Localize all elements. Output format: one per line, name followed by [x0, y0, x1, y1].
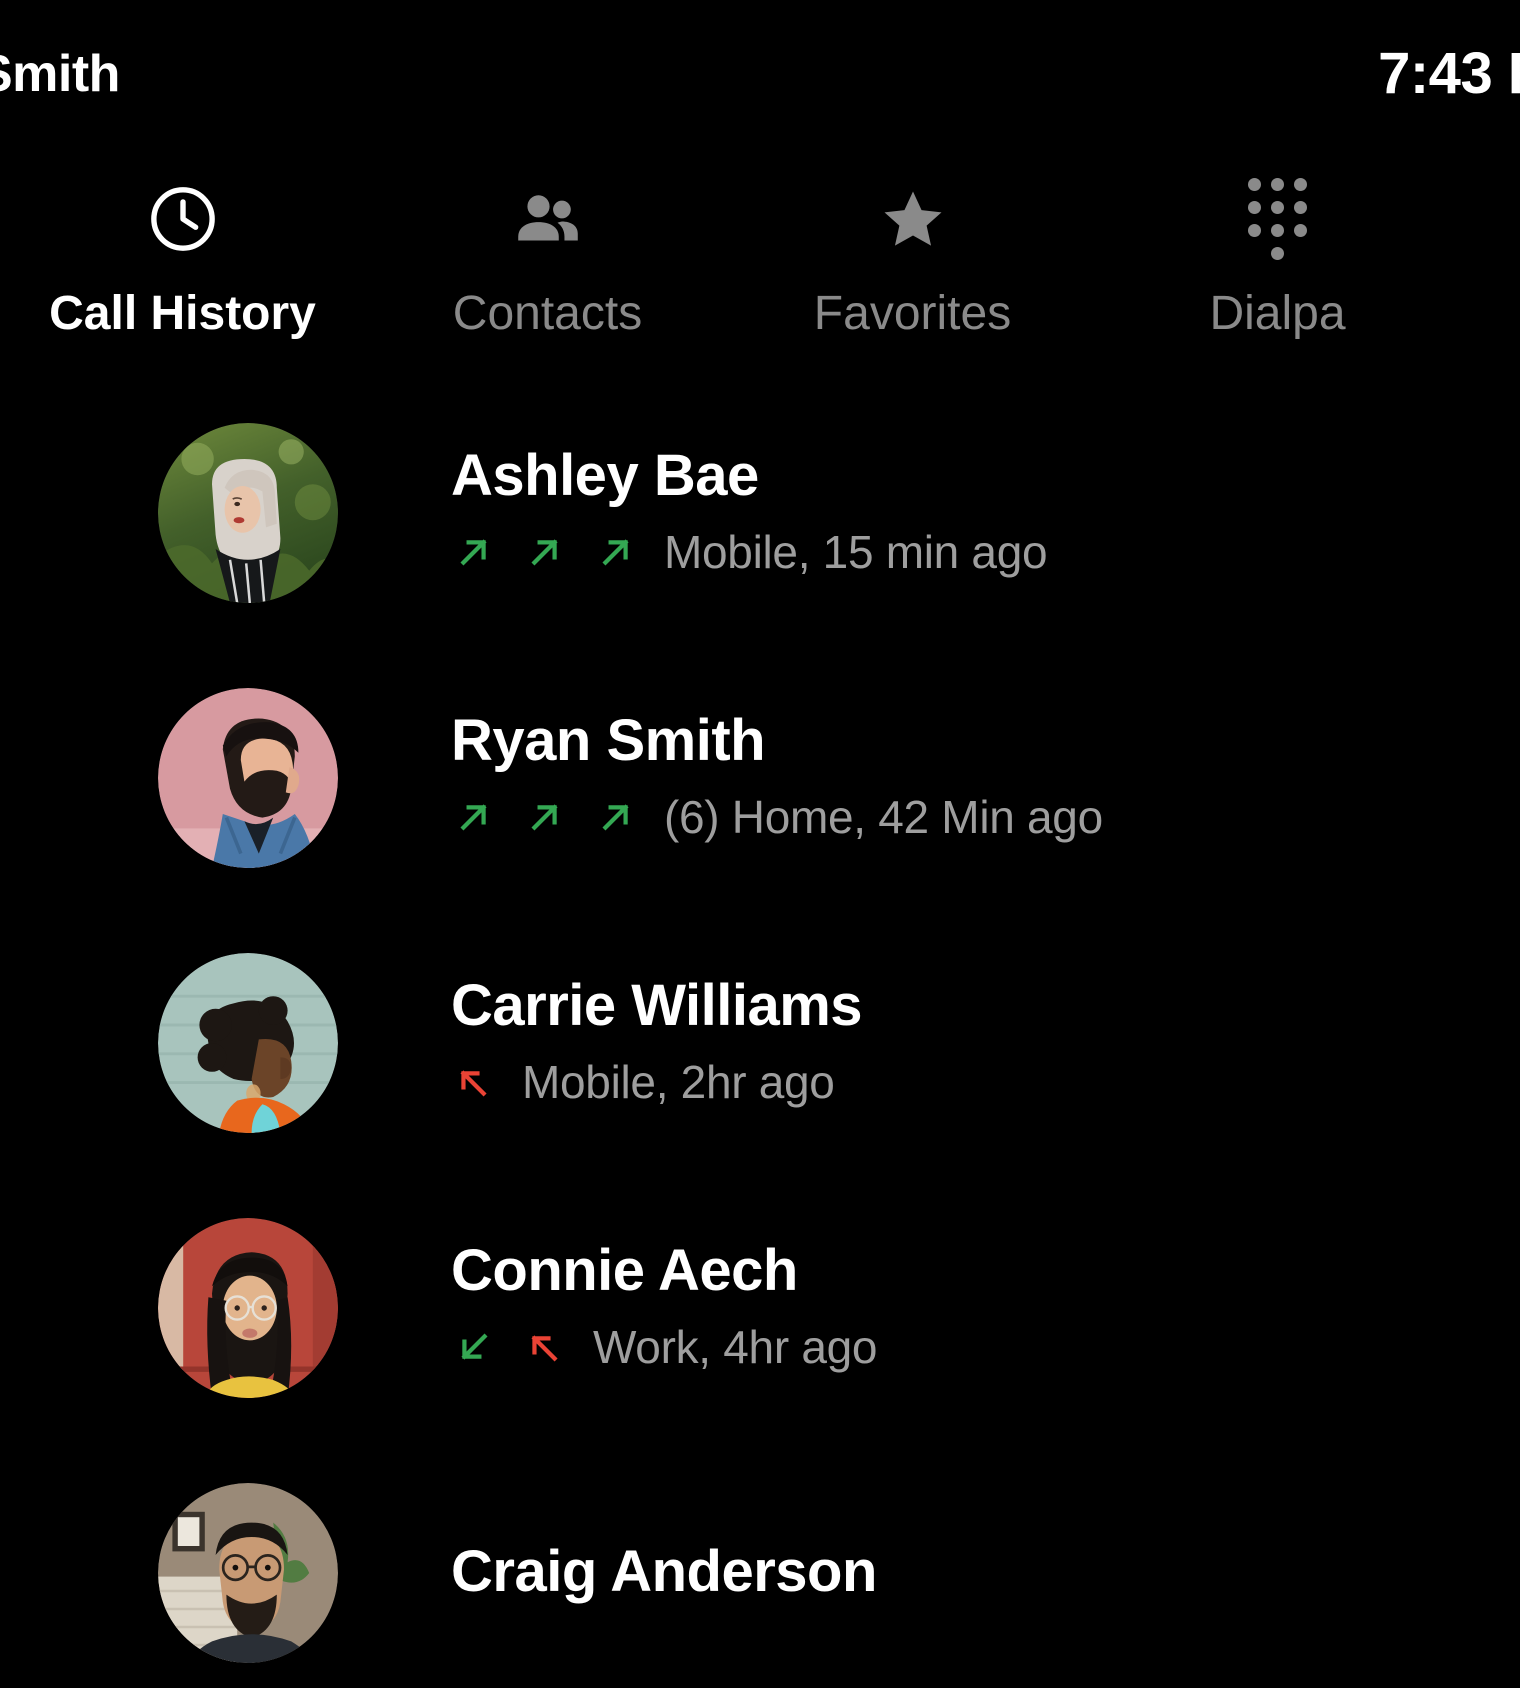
contact-name: Craig Anderson — [451, 1539, 877, 1605]
avatar — [158, 687, 338, 868]
tab-call-history[interactable]: Call History — [0, 180, 365, 341]
table-row[interactable]: Craig Anderson — [0, 1440, 1520, 1688]
contact-name: Connie Aech — [451, 1238, 798, 1304]
contact-name: Carrie Williams — [451, 973, 863, 1039]
status-bar-title: Smith — [0, 45, 120, 103]
contact-name: Ashley Bae — [451, 443, 759, 509]
call-row-text: Ashley Bae Mobile, 15 min ago — [451, 443, 1048, 579]
table-row[interactable]: Ashley Bae Mobile, 15 min ago — [0, 380, 1520, 645]
avatar — [158, 422, 338, 603]
tab-contacts[interactable]: Contacts — [365, 180, 730, 341]
call-direction-icons — [451, 1324, 593, 1370]
table-row[interactable]: Connie Aech Work, 4hr ago — [0, 1175, 1520, 1440]
contact-name: Ryan Smith — [451, 708, 766, 774]
people-icon — [510, 180, 586, 258]
call-direction-icons — [451, 529, 664, 575]
status-bar: Smith 7:43 P — [0, 0, 1520, 140]
phone-call-history-screen: Smith 7:43 P Call History C — [0, 0, 1520, 1688]
outgoing-call-arrow-icon — [602, 804, 629, 831]
clock-icon — [145, 180, 221, 258]
incoming-call-arrow-icon — [461, 1333, 488, 1360]
table-row[interactable]: Carrie Williams Mobile, 2hr ago — [0, 910, 1520, 1175]
call-meta: Work, 4hr ago — [451, 1320, 877, 1374]
avatar — [158, 952, 338, 1133]
call-row-text: Ryan Smith (6) Home, 42 Min ago — [451, 708, 1103, 844]
call-meta: (6) Home, 42 Min ago — [451, 790, 1103, 844]
outgoing-call-arrow-icon — [531, 804, 558, 831]
call-meta-text: Work, 4hr ago — [593, 1320, 878, 1373]
star-icon — [875, 180, 951, 258]
outgoing-call-arrow-icon — [460, 804, 487, 831]
call-direction-icons — [451, 1059, 522, 1105]
call-direction-icons — [451, 794, 664, 840]
call-meta-text: (6) Home, 42 Min ago — [664, 790, 1103, 843]
missed-call-arrow-icon — [531, 1335, 558, 1362]
call-meta: Mobile, 15 min ago — [451, 525, 1048, 579]
dialpad-icon — [1248, 178, 1307, 260]
call-meta-text: Mobile, 15 min ago — [664, 525, 1048, 578]
call-meta: Mobile, 2hr ago — [451, 1055, 862, 1109]
tab-favorites[interactable]: Favorites — [730, 180, 1095, 341]
call-row-text: Carrie Williams Mobile, 2hr ago — [451, 973, 863, 1109]
avatar — [158, 1482, 338, 1663]
outgoing-call-arrow-icon — [531, 539, 558, 566]
tab-label-dialpad: Dialpa — [1209, 287, 1346, 340]
status-bar-clock: 7:43 P — [1378, 41, 1520, 106]
call-history-list: Ashley Bae Mobile, 15 min ago Ryan Smith… — [0, 380, 1520, 1688]
table-row[interactable]: Ryan Smith (6) Home, 42 Min ago — [0, 645, 1520, 910]
missed-call-arrow-icon — [460, 1070, 487, 1097]
tab-label-favorites: Favorites — [813, 287, 1012, 340]
avatar — [158, 1217, 338, 1398]
call-row-text: Connie Aech Work, 4hr ago — [451, 1238, 877, 1374]
tab-label-contacts: Contacts — [452, 287, 643, 340]
call-row-text: Craig Anderson — [451, 1539, 877, 1605]
tab-label-call-history: Call History — [49, 287, 316, 340]
tab-bar: Call History Contacts Favorites Dialpa — [0, 140, 1520, 380]
outgoing-call-arrow-icon — [460, 539, 487, 566]
tab-dialpad[interactable]: Dialpa — [1095, 178, 1460, 341]
outgoing-call-arrow-icon — [602, 539, 629, 566]
call-meta-text: Mobile, 2hr ago — [522, 1055, 835, 1108]
